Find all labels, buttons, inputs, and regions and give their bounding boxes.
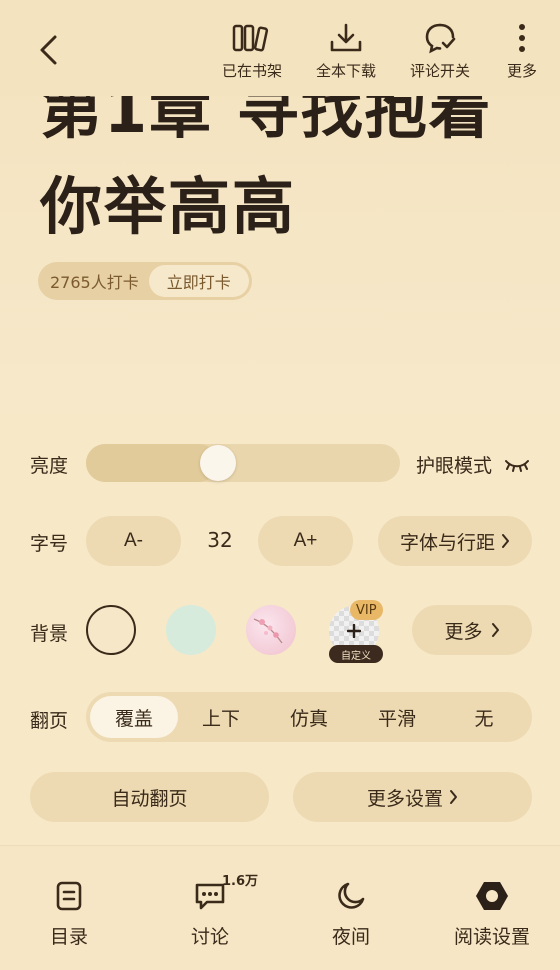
background-swatch-mint[interactable] bbox=[166, 605, 216, 655]
bookshelf-icon bbox=[232, 18, 272, 58]
auto-page-label: 自动翻页 bbox=[111, 787, 188, 810]
top-bar: 已在书架 全本下载 评论开关 更多 bbox=[0, 0, 560, 96]
checkin-bar: 2765人打卡 立即打卡 bbox=[38, 262, 252, 300]
vip-badge: VIP bbox=[350, 600, 383, 620]
blossom-pattern-icon bbox=[253, 618, 283, 644]
night-mode-label: 夜间 bbox=[331, 926, 370, 948]
download-button[interactable]: 全本下载 bbox=[306, 18, 386, 81]
night-mode-icon bbox=[331, 876, 371, 916]
bookshelf-label: 已在书架 bbox=[221, 62, 282, 80]
download-icon bbox=[326, 18, 366, 58]
eye-closed-icon bbox=[504, 457, 530, 473]
bottom-nav: 目录 讨论 夜间 阅读设置 bbox=[0, 845, 560, 970]
night-mode-tab[interactable]: 夜间 bbox=[301, 876, 401, 949]
more-settings-label: 更多设置 bbox=[366, 787, 443, 810]
more-backgrounds-label: 更多 bbox=[444, 620, 483, 643]
background-swatch-beige[interactable] bbox=[86, 605, 136, 655]
brightness-label: 亮度 bbox=[30, 455, 69, 477]
font-size-label: 字号 bbox=[30, 533, 69, 555]
toc-icon bbox=[49, 876, 89, 916]
chapter-title-continued: 你举高高 bbox=[40, 170, 297, 243]
custom-label: 自定义 bbox=[329, 645, 383, 663]
page-turn-selector: 覆盖 上下 仿真 平滑 无 bbox=[86, 692, 532, 742]
chevron-right-icon bbox=[491, 622, 500, 638]
chevron-right-icon bbox=[501, 533, 510, 549]
brightness-knob[interactable] bbox=[200, 445, 236, 481]
page-turn-label: 翻页 bbox=[30, 710, 69, 732]
page-mode-scroll[interactable]: 上下 bbox=[177, 696, 265, 738]
download-label: 全本下载 bbox=[315, 62, 376, 80]
checkin-count: 2765人打卡 bbox=[50, 273, 139, 292]
brightness-fill bbox=[86, 444, 218, 482]
more-backgrounds-button[interactable]: 更多 bbox=[412, 605, 532, 655]
reading-settings-label: 阅读设置 bbox=[453, 926, 530, 948]
eye-care-toggle[interactable]: 护眼模式 bbox=[416, 451, 530, 478]
font-size-value: 32 bbox=[207, 528, 233, 552]
background-label: 背景 bbox=[30, 623, 69, 645]
page-mode-cover[interactable]: 覆盖 bbox=[90, 696, 178, 738]
toc-label: 目录 bbox=[49, 926, 88, 948]
eye-care-label: 护眼模式 bbox=[416, 455, 493, 477]
page-mode-simulate[interactable]: 仿真 bbox=[265, 696, 353, 738]
plus-icon bbox=[347, 624, 361, 638]
more-label: 更多 bbox=[506, 62, 537, 80]
toc-tab[interactable]: 目录 bbox=[19, 876, 119, 949]
font-increase-button[interactable]: A+ bbox=[258, 516, 353, 566]
discussion-count-badge: 1.6万 bbox=[222, 874, 259, 889]
checkin-button[interactable]: 立即打卡 bbox=[148, 265, 249, 297]
font-decrease-button[interactable]: A- bbox=[86, 516, 181, 566]
font-and-spacing-button[interactable]: 字体与行距 bbox=[378, 516, 532, 566]
discussion-label: 讨论 bbox=[190, 926, 229, 948]
page-mode-none[interactable]: 无 bbox=[440, 696, 528, 738]
comment-toggle-button[interactable]: 评论开关 bbox=[400, 18, 480, 81]
reading-settings-icon bbox=[472, 876, 512, 916]
more-settings-button[interactable]: 更多设置 bbox=[293, 772, 532, 822]
more-button[interactable]: 更多 bbox=[482, 18, 560, 81]
background-swatch-blossom[interactable] bbox=[246, 605, 296, 655]
comment-toggle-icon bbox=[420, 18, 460, 58]
auto-page-button[interactable]: 自动翻页 bbox=[30, 772, 269, 822]
page-mode-smooth[interactable]: 平滑 bbox=[353, 696, 441, 738]
bookshelf-button[interactable]: 已在书架 bbox=[212, 18, 292, 81]
font-and-spacing-label: 字体与行距 bbox=[399, 531, 495, 554]
comment-toggle-label: 评论开关 bbox=[409, 62, 470, 80]
reading-settings-tab[interactable]: 阅读设置 bbox=[442, 876, 542, 949]
chevron-right-icon bbox=[449, 789, 458, 805]
back-icon[interactable] bbox=[30, 32, 66, 68]
more-vertical-icon bbox=[502, 18, 542, 58]
brightness-slider[interactable] bbox=[86, 444, 400, 482]
